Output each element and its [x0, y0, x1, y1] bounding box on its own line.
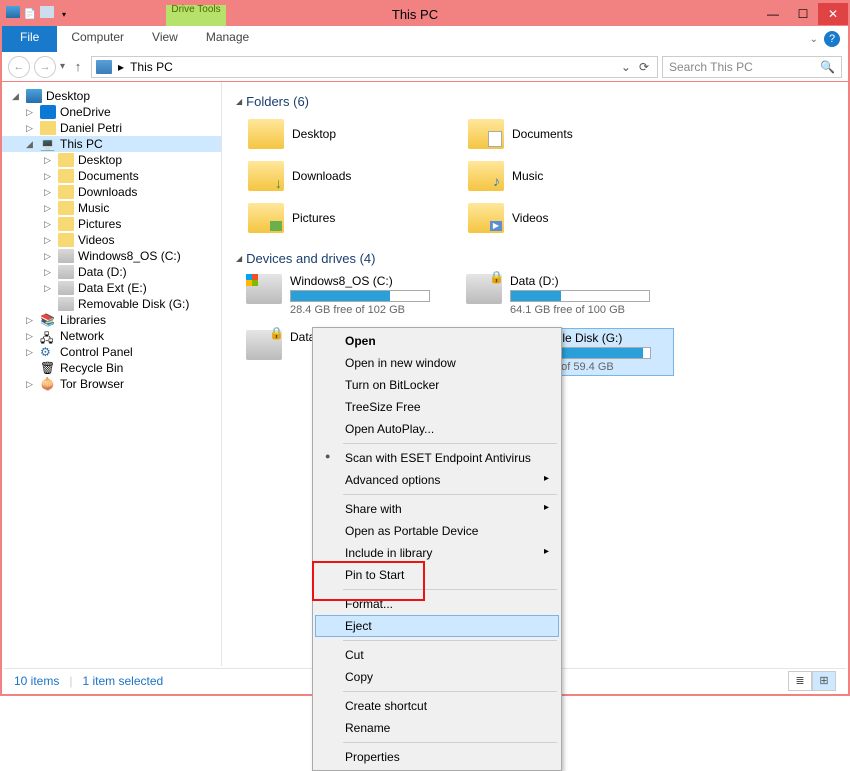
drives-header[interactable]: Devices and drives (4)	[236, 251, 834, 266]
tree-sub-videos[interactable]: ▷Videos	[2, 232, 221, 248]
tree-network[interactable]: ▷Network	[2, 328, 221, 344]
address-text: This PC	[130, 60, 173, 74]
nav-tree: ◢Desktop ▷OneDrive ▷Daniel Petri ◢This P…	[2, 82, 222, 666]
ctx-pin-start[interactable]: Pin to Start	[315, 564, 559, 586]
ctx-treesize[interactable]: TreeSize Free	[315, 396, 559, 418]
view-details-button[interactable]: ≣	[788, 671, 812, 691]
ctx-open-new[interactable]: Open in new window	[315, 352, 559, 374]
tree-sub-documents[interactable]: ▷Documents	[2, 168, 221, 184]
tree-recycle[interactable]: Recycle Bin	[2, 360, 221, 376]
folder-downloads[interactable]: Downloads	[244, 157, 454, 195]
refresh-icon[interactable]: ⟳	[639, 60, 649, 74]
address-bar: ← → ▾ ↑ ▸ This PC ⌄ ⟳ Search This PC 🔍	[2, 52, 848, 82]
qat-props-icon[interactable]	[40, 6, 54, 18]
tab-computer[interactable]: Computer	[57, 26, 138, 52]
qat-new-icon[interactable]: 📄	[22, 6, 38, 22]
ctx-portable[interactable]: Open as Portable Device	[315, 520, 559, 542]
tab-file[interactable]: File	[2, 26, 57, 52]
tree-drive-g[interactable]: Removable Disk (G:)	[2, 296, 221, 312]
drive-icon	[246, 274, 282, 304]
folder-documents[interactable]: Documents	[464, 115, 674, 153]
ctx-eset[interactable]: Scan with ESET Endpoint Antivirus	[315, 447, 559, 469]
folder-desktop[interactable]: Desktop	[244, 115, 454, 153]
status-items: 10 items	[14, 674, 59, 688]
help-icon[interactable]: ?	[824, 31, 840, 47]
address-input[interactable]: ▸ This PC ⌄ ⟳	[91, 56, 658, 78]
ctx-properties[interactable]: Properties	[315, 746, 559, 768]
drive-d[interactable]: Data (D:) 64.1 GB free of 100 GB	[464, 272, 674, 318]
ctx-cut[interactable]: Cut	[315, 644, 559, 666]
tab-view[interactable]: View	[138, 26, 192, 52]
ctx-copy[interactable]: Copy	[315, 666, 559, 688]
ctx-autoplay[interactable]: Open AutoPlay...	[315, 418, 559, 440]
close-button[interactable]: ✕	[818, 3, 848, 25]
tree-drive-d[interactable]: ▷Data (D:)	[2, 264, 221, 280]
qat-dropdown-icon[interactable]: ▾	[56, 6, 72, 22]
drive-label: Data (D:)	[510, 274, 672, 288]
ctx-share[interactable]: Share with	[315, 498, 559, 520]
drive-tools-context-tab[interactable]: Drive Tools	[166, 5, 226, 26]
drive-free: 28.4 GB free of 102 GB	[290, 304, 452, 316]
tree-onedrive[interactable]: ▷OneDrive	[2, 104, 221, 120]
tree-drive-c[interactable]: ▷Windows8_OS (C:)	[2, 248, 221, 264]
search-icon: 🔍	[820, 60, 835, 74]
tree-sub-desktop[interactable]: ▷Desktop	[2, 152, 221, 168]
tab-manage[interactable]: Manage	[192, 26, 263, 52]
tree-drive-e[interactable]: ▷Data Ext (E:)	[2, 280, 221, 296]
tree-sub-pictures[interactable]: ▷Pictures	[2, 216, 221, 232]
history-dropdown-icon[interactable]: ▾	[60, 61, 65, 72]
tree-sub-downloads[interactable]: ▷Downloads	[2, 184, 221, 200]
ribbon-tabs: File Computer View Manage ⌄ ?	[2, 26, 848, 52]
forward-button[interactable]: →	[34, 56, 56, 78]
tree-libraries[interactable]: ▷Libraries	[2, 312, 221, 328]
tree-thispc[interactable]: ◢This PC	[2, 136, 221, 152]
folders-header[interactable]: Folders (6)	[236, 94, 834, 109]
sys-icon[interactable]	[6, 6, 20, 18]
ctx-shortcut[interactable]: Create shortcut	[315, 695, 559, 717]
ctx-rename[interactable]: Rename	[315, 717, 559, 739]
ctx-include-lib[interactable]: Include in library	[315, 542, 559, 564]
folder-music[interactable]: Music	[464, 157, 674, 195]
tree-user[interactable]: ▷Daniel Petri	[2, 120, 221, 136]
tree-desktop[interactable]: ◢Desktop	[2, 88, 221, 104]
maximize-button[interactable]: ☐	[788, 3, 818, 25]
search-input[interactable]: Search This PC 🔍	[662, 56, 842, 78]
address-dropdown-icon[interactable]: ⌄	[621, 60, 631, 74]
tree-tor[interactable]: ▷Tor Browser	[2, 376, 221, 392]
up-button[interactable]: ↑	[69, 59, 87, 74]
back-button[interactable]: ←	[8, 56, 30, 78]
drive-icon	[246, 330, 282, 360]
tree-sub-music[interactable]: ▷Music	[2, 200, 221, 216]
ctx-advanced[interactable]: Advanced options	[315, 469, 559, 491]
tree-cpanel[interactable]: ▷Control Panel	[2, 344, 221, 360]
status-selected: 1 item selected	[82, 674, 163, 688]
view-icons-button[interactable]: ⊞	[812, 671, 836, 691]
search-placeholder: Search This PC	[669, 60, 753, 74]
drive-icon	[466, 274, 502, 304]
minimize-button[interactable]: —	[758, 3, 788, 25]
context-menu: Open Open in new window Turn on BitLocke…	[312, 327, 562, 771]
ctx-open[interactable]: Open	[315, 330, 559, 352]
drive-free: 64.1 GB free of 100 GB	[510, 304, 672, 316]
expand-ribbon-icon[interactable]: ⌄	[810, 34, 818, 45]
ctx-eject[interactable]: Eject	[315, 615, 559, 637]
folder-videos[interactable]: Videos	[464, 199, 674, 237]
ctx-bitlocker[interactable]: Turn on BitLocker	[315, 374, 559, 396]
ctx-format[interactable]: Format...	[315, 593, 559, 615]
titlebar: 📄 ▾ This PC — ☐ ✕	[2, 2, 848, 26]
folder-pictures[interactable]: Pictures	[244, 199, 454, 237]
drive-label: Windows8_OS (C:)	[290, 274, 452, 288]
pc-icon	[96, 60, 112, 74]
drive-c[interactable]: Windows8_OS (C:) 28.4 GB free of 102 GB	[244, 272, 454, 318]
